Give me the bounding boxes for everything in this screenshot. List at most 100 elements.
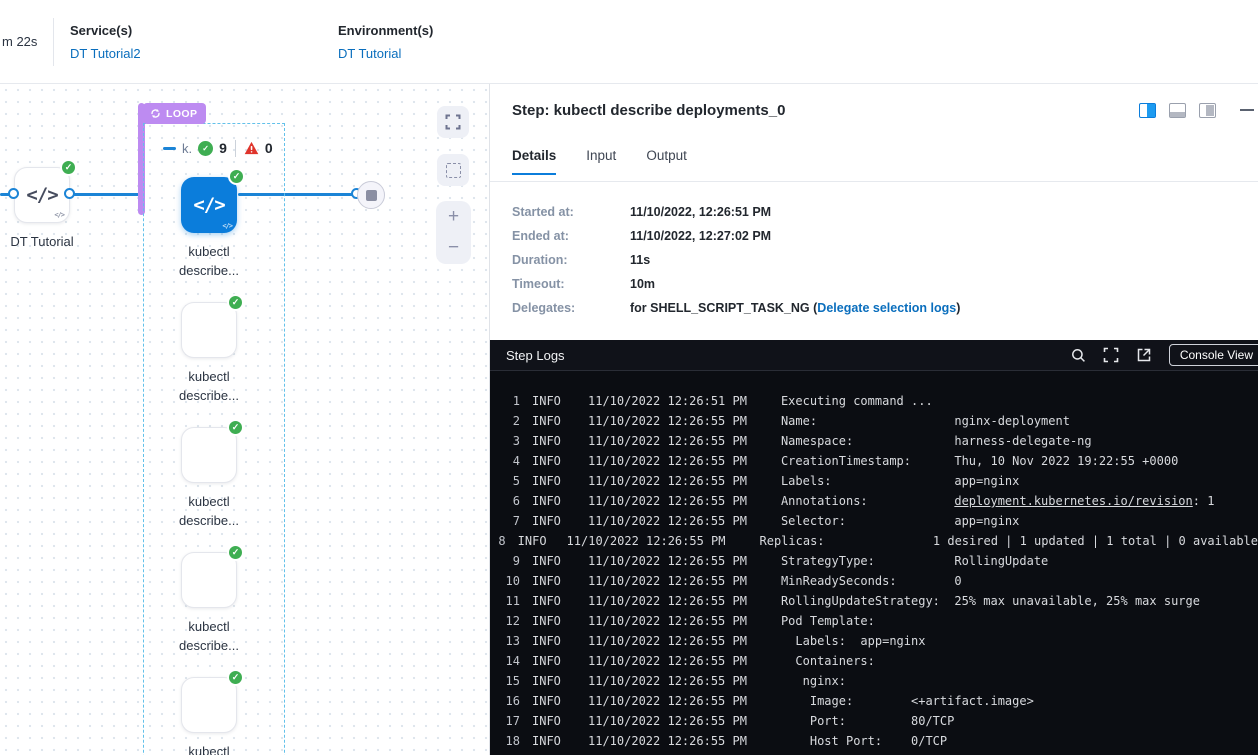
fullscreen-logs-icon[interactable]: [1103, 347, 1120, 364]
log-timestamp: 11/10/2022 12:26:55 PM: [588, 571, 747, 591]
log-line-number: 5: [490, 471, 520, 491]
log-level: INFO: [532, 491, 568, 511]
log-timestamp: 11/10/2022 12:26:55 PM: [588, 711, 747, 731]
log-line-number: 3: [490, 431, 520, 451]
node-label: kubectl describe...: [161, 617, 257, 655]
log-timestamp: 11/10/2022 12:26:55 PM: [588, 411, 747, 431]
log-timestamp: 11/10/2022 12:26:55 PM: [588, 651, 747, 671]
selection-mode-button[interactable]: [437, 154, 469, 186]
log-line-number: 11: [490, 591, 520, 611]
service-link[interactable]: DT Tutorial2: [70, 46, 141, 61]
tabs-divider: [490, 181, 1258, 182]
step-logs-header: Step Logs Console View: [490, 340, 1258, 371]
environments-label: Environment(s): [338, 23, 433, 38]
step-details-panel: Step: kubectl describe deployments_0 Det…: [490, 84, 1258, 755]
success-check-icon: ✓: [60, 159, 77, 176]
node-dt-tutorial[interactable]: </> </> ✓: [14, 167, 70, 223]
detail-row: Duration: 11s: [512, 248, 960, 272]
layout-right-button[interactable]: [1199, 103, 1216, 118]
log-message: Containers:: [781, 651, 875, 671]
end-node[interactable]: [357, 181, 385, 209]
detail-label: Timeout:: [512, 277, 630, 291]
log-message: Labels: app=nginx: [781, 471, 1019, 491]
log-message: nginx:: [781, 671, 846, 691]
tab-details[interactable]: Details: [512, 148, 556, 175]
layout-split-right-button[interactable]: [1139, 103, 1156, 118]
node-kubectl-step[interactable]: ✓: [181, 427, 237, 483]
zoom-out-button[interactable]: −: [448, 240, 459, 256]
log-line: 6INFO11/10/2022 12:26:55 PMAnnotations: …: [490, 491, 1258, 511]
environments-block: Environment(s) DT Tutorial: [338, 23, 433, 61]
log-message: Selector: app=nginx: [781, 511, 1019, 531]
connector-in-icon[interactable]: [8, 188, 19, 199]
log-level: INFO: [532, 391, 568, 411]
shell-script-icon: </>: [54, 211, 64, 219]
log-timestamp: 11/10/2022 12:26:55 PM: [588, 491, 747, 511]
log-message: Name: nginx-deployment: [781, 411, 1070, 431]
elapsed-time: m 22s: [2, 34, 37, 49]
detail-row-delegates: Delegates: for SHELL_SCRIPT_TASK_NG (Del…: [512, 296, 960, 320]
log-message: Replicas: 1 desired | 1 updated | 1 tota…: [760, 531, 1258, 551]
log-line: 3INFO11/10/2022 12:26:55 PMNamespace: ha…: [490, 431, 1258, 451]
log-annotation-link[interactable]: deployment.kubernetes.io/revision: [954, 494, 1192, 508]
log-message: Labels: app=nginx: [781, 631, 926, 651]
delegate-selection-logs-link[interactable]: Delegate selection logs: [817, 301, 956, 315]
node-kubectl-selected[interactable]: </> </> ✓: [181, 177, 237, 233]
log-message: Host Port: 0/TCP: [781, 731, 947, 751]
log-line: 4INFO11/10/2022 12:26:55 PMCreationTimes…: [490, 451, 1258, 471]
tab-input[interactable]: Input: [586, 148, 616, 175]
tab-output[interactable]: Output: [646, 148, 687, 175]
log-timestamp: 11/10/2022 12:26:51 PM: [588, 391, 747, 411]
log-line: 16INFO11/10/2022 12:26:55 PM Image: <+ar…: [490, 691, 1258, 711]
log-message: Pod Template:: [781, 611, 875, 631]
log-line: 2INFO11/10/2022 12:26:55 PMName: nginx-d…: [490, 411, 1258, 431]
log-actions: Console View: [1070, 344, 1258, 366]
fullscreen-icon: [445, 114, 461, 130]
node-kubectl-step[interactable]: ✓: [181, 552, 237, 608]
log-level: INFO: [532, 551, 568, 571]
log-level: INFO: [532, 571, 568, 591]
search-icon[interactable]: [1070, 347, 1087, 364]
detail-value: 11/10/2022, 12:26:51 PM: [630, 205, 771, 219]
log-line-number: 17: [490, 711, 520, 731]
log-level: INFO: [518, 531, 547, 551]
loop-badge[interactable]: LOOP: [143, 103, 206, 124]
log-line: 12INFO11/10/2022 12:26:55 PMPod Template…: [490, 611, 1258, 631]
log-line-number: 4: [490, 451, 520, 471]
log-line: 18INFO11/10/2022 12:26:55 PM Host Port: …: [490, 731, 1258, 751]
log-message: Executing command ...: [781, 391, 933, 411]
detail-row: Started at: 11/10/2022, 12:26:51 PM: [512, 200, 960, 224]
delegates-value: for SHELL_SCRIPT_TASK_NG (Delegate selec…: [630, 301, 960, 315]
success-check-icon: ✓: [228, 168, 245, 185]
pipeline-canvas[interactable]: </> </> ✓ DT Tutorial LOOP k. ✓ 9 0 </> …: [0, 84, 490, 755]
environment-link[interactable]: DT Tutorial: [338, 46, 433, 61]
collapse-icon[interactable]: [163, 147, 176, 150]
success-check-icon: ✓: [227, 294, 244, 311]
log-timestamp: 11/10/2022 12:26:55 PM: [588, 631, 747, 651]
log-level: INFO: [532, 591, 568, 611]
minimize-panel-button[interactable]: [1240, 109, 1254, 111]
open-in-new-tab-icon[interactable]: [1136, 347, 1153, 364]
log-line: 9INFO11/10/2022 12:26:55 PMStrategyType:…: [490, 551, 1258, 571]
stop-icon: [366, 190, 377, 201]
node-kubectl-step[interactable]: ✓: [181, 302, 237, 358]
connector-out-icon[interactable]: [64, 188, 75, 199]
fit-to-screen-button[interactable]: [437, 106, 469, 138]
log-level: INFO: [532, 731, 568, 751]
success-count: 9: [219, 140, 227, 156]
log-console[interactable]: 1INFO11/10/2022 12:26:51 PMExecuting com…: [490, 371, 1258, 755]
node-kubectl-step[interactable]: ✓: [181, 677, 237, 733]
log-line: 1INFO11/10/2022 12:26:51 PMExecuting com…: [490, 391, 1258, 411]
loop-badge-label: LOOP: [166, 108, 197, 120]
zoom-in-button[interactable]: +: [448, 209, 459, 225]
detail-label: Started at:: [512, 205, 630, 219]
panel-layout-switcher: [1139, 103, 1216, 118]
detail-value: 10m: [630, 277, 655, 291]
step-detail-fields: Started at: 11/10/2022, 12:26:51 PMEnded…: [512, 200, 960, 320]
log-timestamp: 11/10/2022 12:26:55 PM: [588, 431, 747, 451]
console-view-button[interactable]: Console View: [1169, 344, 1258, 366]
layout-bottom-button[interactable]: [1169, 103, 1186, 118]
log-line-number: 7: [490, 511, 520, 531]
loop-step-name: k.: [182, 141, 192, 156]
log-line: 15INFO11/10/2022 12:26:55 PM nginx:: [490, 671, 1258, 691]
